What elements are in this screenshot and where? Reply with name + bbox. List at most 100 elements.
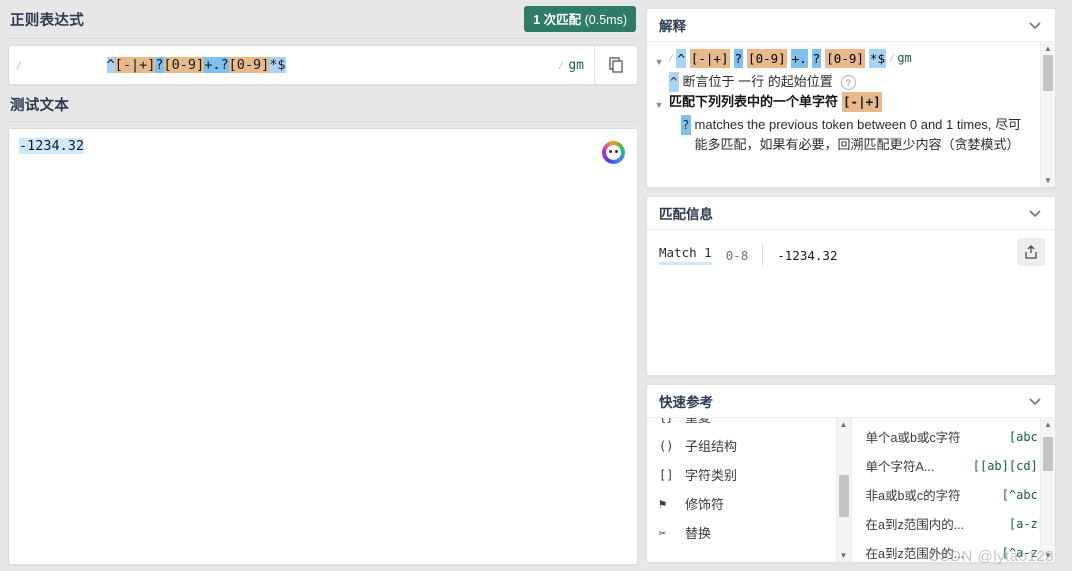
scroll-up-arrow[interactable]: ▲ xyxy=(840,420,848,429)
scroll-up-arrow[interactable]: ▲ xyxy=(1044,44,1052,53)
explanation-header[interactable]: 解释 xyxy=(647,9,1055,42)
quick-ref-entry-nested[interactable]: 单个字符A... [[ab][cd]] xyxy=(852,451,1056,480)
scroll-up-arrow[interactable]: ▲ xyxy=(1044,420,1052,429)
exp-flags-text: gm xyxy=(897,51,912,65)
quick-reference-entries: 单个a或b或c字符 [abc] 单个字符A... [[ab][cd]] 非a或b… xyxy=(852,418,1056,562)
regex-token-5: ? xyxy=(220,57,229,73)
export-icon xyxy=(1025,245,1037,259)
quick-ref-category-substitution[interactable]: ✂ 替换 xyxy=(647,518,851,547)
left-pane: 正则表达式 1 次匹配 (0.5ms) / ^[-|+]?[0-9]+.?[0-… xyxy=(0,0,646,571)
quick-ref-left-scrollbar[interactable]: ▲ ▼ xyxy=(835,418,851,562)
quick-ref-left-clip: {} 重复 () 子组结构 [] 字符类别 xyxy=(647,418,851,562)
quick-ref-left-list: {} 重复 () 子组结构 [] 字符类别 xyxy=(647,418,851,547)
match-info-header[interactable]: 匹配信息 xyxy=(647,197,1055,230)
disclosure-triangle-root[interactable]: ▼ xyxy=(653,49,665,72)
match-count-badge: 1 次匹配 (0.5ms) xyxy=(524,6,636,32)
quick-ref-right-clip: 单个a或b或c字符 [abc] 单个字符A... [[ab][cd]] 非a或b… xyxy=(852,418,1056,562)
test-text-highlight: -1234.32 xyxy=(19,138,85,154)
copy-icon xyxy=(609,57,623,73)
quick-ref-category-flags[interactable]: ⚑ 修饰符 xyxy=(647,489,851,518)
match-label: Match 1 xyxy=(659,245,712,265)
copy-regex-button[interactable] xyxy=(594,46,637,84)
quick-ref-entry-code: [[ab][cd]] xyxy=(972,458,1045,473)
scroll-down-arrow[interactable]: ▼ xyxy=(1044,551,1052,560)
quick-ref-entry-negated-range[interactable]: 在a到z范围外的... [^a-z] xyxy=(852,538,1056,562)
match-time-text: (0.5ms) xyxy=(584,13,627,27)
explanation-scroll-track[interactable] xyxy=(1041,53,1055,176)
quick-reference-categories: {} 重复 () 子组结构 [] 字符类别 xyxy=(647,418,852,562)
explanation-charclass-text: 匹配下列列表中的一个单字符 xyxy=(669,94,839,109)
chevron-down-icon[interactable] xyxy=(1027,205,1043,221)
regex-input-box[interactable]: / ^[-|+]?[0-9]+.?[0-9]*$ / gm xyxy=(8,45,638,85)
exp-close-delimiter: / xyxy=(889,51,894,65)
exp-token-2: ? xyxy=(733,49,744,68)
quick-ref-category-label: 修饰符 xyxy=(685,497,725,512)
quick-ref-left-scroll-track[interactable] xyxy=(837,429,851,551)
quick-ref-entry-code: [^a-z] xyxy=(1001,545,1045,560)
quick-ref-right-scroll-thumb[interactable] xyxy=(1043,437,1053,471)
brackets-icon: [] xyxy=(659,467,674,482)
test-text-box[interactable]: -1234.32 xyxy=(8,128,638,565)
quick-ref-category-repeat[interactable]: {} 重复 xyxy=(647,418,851,431)
regex-input-field[interactable]: / ^[-|+]?[0-9]+.?[0-9]*$ xyxy=(9,46,559,84)
quick-reference-header[interactable]: 快速参考 xyxy=(647,385,1055,418)
explanation-anchor-text: 断言位于 一行 的起始位置 xyxy=(682,74,833,89)
scroll-down-arrow[interactable]: ▼ xyxy=(1044,176,1052,185)
quick-ref-entry-code: [^abc] xyxy=(1001,487,1045,502)
quick-ref-right-scroll-track[interactable] xyxy=(1041,429,1055,551)
regex-token-4: +. xyxy=(204,57,221,73)
flag-icon: ⚑ xyxy=(659,496,667,511)
quick-ref-entry-label: 非a或b或c的字符 xyxy=(865,489,961,503)
quick-ref-category-label: 子组结构 xyxy=(685,439,738,454)
test-section-title: 测试文本 xyxy=(10,97,70,114)
regex-token-6: [0-9] xyxy=(228,57,270,73)
exp-token-6: [0-9] xyxy=(825,49,865,68)
exp-token-7: *$ xyxy=(868,49,886,68)
explanation-anchor-token: ^ xyxy=(669,72,679,92)
exp-token-0: ^ xyxy=(676,49,686,68)
regex-flags-text: gm xyxy=(568,57,584,73)
regex-token-3: [0-9] xyxy=(163,57,205,73)
test-text-content[interactable]: -1234.32 xyxy=(9,129,637,163)
match-count-text: 1 次匹配 xyxy=(533,13,582,27)
explanation-body: ▼ / ^ [-|+]? [0-9] +.? [0-9] *$ / gm ^ 断言位于 一行 … xyxy=(647,42,1055,187)
match-separator xyxy=(762,244,764,266)
scroll-down-arrow[interactable]: ▼ xyxy=(840,551,848,560)
exp-token-4: +. xyxy=(790,49,808,68)
quick-ref-left-scroll-thumb[interactable] xyxy=(838,475,849,517)
quick-ref-right-list: 单个a或b或c字符 [abc] 单个字符A... [[ab][cd]] 非a或b… xyxy=(852,422,1056,562)
regex-section-header: 正则表达式 1 次匹配 (0.5ms) xyxy=(8,0,638,34)
exp-token-5: ? xyxy=(811,49,822,68)
quick-ref-right-scrollbar[interactable]: ▲ ▼ xyxy=(1040,418,1055,562)
chevron-down-icon[interactable] xyxy=(1027,393,1043,409)
disclosure-triangle-charclass[interactable]: ▼ xyxy=(653,92,665,115)
match-info-title: 匹配信息 xyxy=(659,207,713,222)
quick-reference-body: {} 重复 () 子组结构 [] 字符类别 xyxy=(647,418,1055,562)
quick-ref-entry-abc[interactable]: 单个a或b或c字符 [abc] xyxy=(852,422,1056,451)
quick-ref-category-charclass[interactable]: [] 字符类别 xyxy=(647,460,851,489)
braces-icon: {} xyxy=(659,418,685,424)
match-row[interactable]: Match 1 0-8 -1234.32 xyxy=(659,244,837,266)
exp-open-delimiter: / xyxy=(669,51,673,65)
regex-flags[interactable]: / gm xyxy=(559,46,594,84)
ai-assistant-icon[interactable] xyxy=(602,141,625,164)
quick-ref-entry-label: 单个a或b或c字符 xyxy=(865,431,961,445)
quick-ref-entry-range[interactable]: 在a到z范围内的... [a-z] xyxy=(852,509,1056,538)
export-button[interactable] xyxy=(1017,238,1045,266)
chevron-down-icon[interactable] xyxy=(1027,17,1043,33)
explanation-row-quantifier: ? matches the previous token between 0 a… xyxy=(653,115,1036,155)
regex-tokens[interactable]: ^[-|+]?[0-9]+.?[0-9]*$ xyxy=(25,46,286,84)
explanation-scrollbar[interactable]: ▲ ▼ xyxy=(1040,42,1055,187)
help-icon[interactable]: ? xyxy=(840,75,856,90)
ai-assistant-face xyxy=(606,145,621,160)
explanation-scroll-thumb[interactable] xyxy=(1043,55,1053,91)
right-pane: 解释 ▼ /^[-|+]?[0-9]+.?[0-9]*$/ gm xyxy=(646,0,1064,571)
explanation-row-anchor: ^ 断言位于 一行 的起始位置 ? xyxy=(653,72,1036,92)
quick-ref-entry-label: 单个字符A... xyxy=(865,460,935,474)
quick-ref-category-label: 字符类别 xyxy=(685,468,738,483)
match-info-body: Match 1 0-8 -1234.32 xyxy=(647,230,1055,375)
test-divider xyxy=(8,121,638,122)
explanation-anchor-line: ^ 断言位于 一行 的起始位置 ? xyxy=(669,72,856,92)
quick-ref-entry-negated[interactable]: 非a或b或c的字符 [^abc] xyxy=(852,480,1056,509)
quick-ref-category-group[interactable]: () 子组结构 xyxy=(647,431,851,460)
